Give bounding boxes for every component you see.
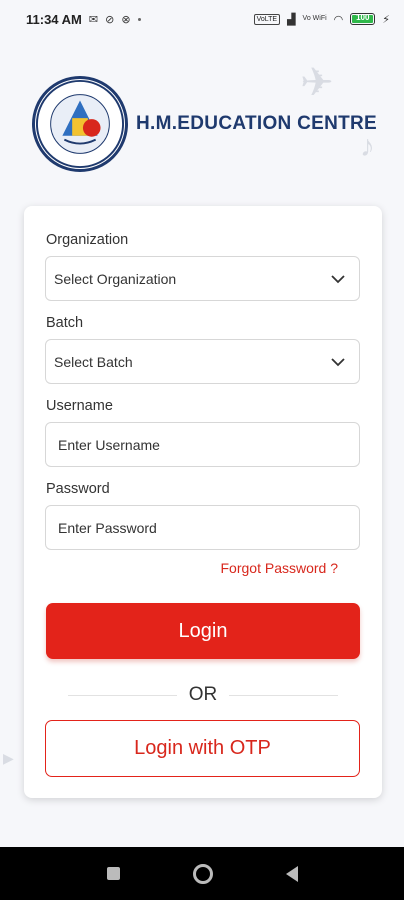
divider-line [229,694,338,696]
login-button[interactable]: Login [46,603,360,659]
organization-select[interactable]: Select Organization [45,256,360,301]
batch-select[interactable]: Select Batch [45,339,360,384]
password-placeholder: Enter Password [58,519,157,536]
brand-header: H.M.EDUCATION CENTRE [32,76,377,172]
battery-level: 100 [356,13,370,22]
charging-icon: ⚡ [382,13,390,26]
organization-label: Organization [46,232,129,248]
notification-dot-icon [137,17,141,21]
status-time: 11:34 AM [26,11,82,27]
password-label: Password [46,481,110,497]
home-icon[interactable] [192,863,213,884]
navigation-bar [0,847,404,900]
status-bar: 11:34 AM ✉ ⊘ ⊗ VoLTE ▟ Vo WiFi ◠ 100 ⚡ [0,0,404,38]
back-icon[interactable] [285,865,298,882]
chevron-down-icon [331,357,345,366]
battery-icon: 100 [350,13,376,25]
login-with-otp-button[interactable]: Login with OTP [45,720,360,777]
mail-icon: ✉ [88,13,99,26]
status-right: VoLTE ▟ Vo WiFi ◠ 100 ⚡ [253,13,390,26]
wifi-label-icon: Vo WiFi [302,15,327,22]
username-label: Username [46,398,113,414]
or-divider: OR [68,684,338,706]
logo-emblem-icon [35,79,125,169]
forgot-password-link[interactable]: Forgot Password ? [221,560,339,576]
username-placeholder: Enter Username [58,436,160,453]
organization-select-value: Select Organization [54,270,177,287]
no-signal-icon: ⊘ [105,13,115,26]
or-text: OR [188,684,218,705]
divider-line [68,694,177,696]
password-input[interactable]: Enter Password [45,505,360,550]
recent-apps-icon[interactable] [106,867,120,880]
status-left: 11:34 AM ✉ ⊘ ⊗ [26,12,141,27]
play-icon: ▶ [3,750,14,766]
username-input[interactable]: Enter Username [45,422,360,467]
block-icon: ⊗ [121,13,131,26]
brand-title: H.M.EDUCATION CENTRE [136,113,378,134]
sim-signal-icon: ▟ [287,13,296,26]
chevron-down-icon [331,274,345,283]
wifi-icon: ◠ [333,13,344,26]
volte-icon: VoLTE [253,13,281,25]
batch-label: Batch [46,315,84,331]
login-card: Organization Select Organization Batch S… [24,206,382,798]
logo-seal [32,76,128,172]
batch-select-value: Select Batch [54,353,133,370]
